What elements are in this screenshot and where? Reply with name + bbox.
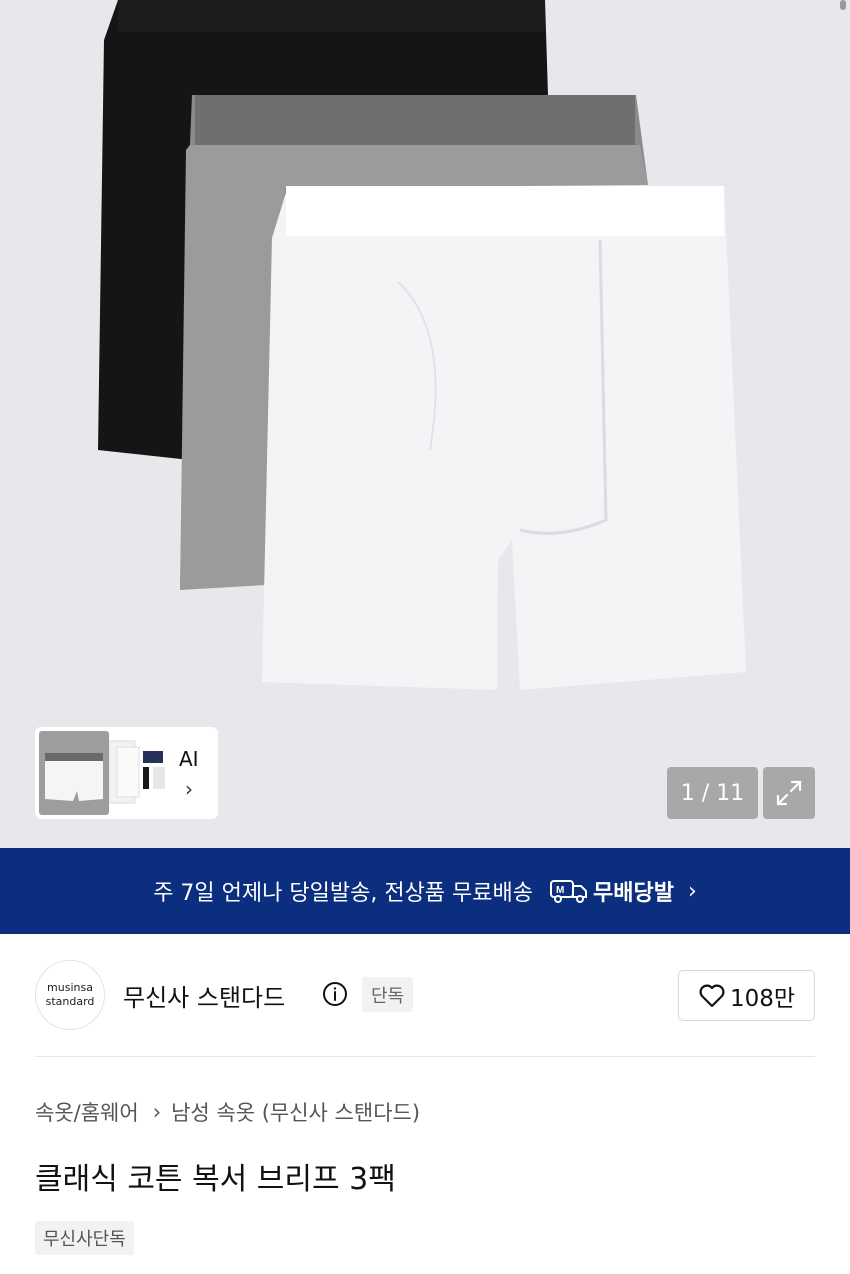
exclusive-tag: 단독 <box>362 977 414 1012</box>
divider <box>35 1056 815 1057</box>
chevron-right-icon[interactable]: › <box>185 777 193 801</box>
breadcrumb: 속옷/홈웨어 › 남성 속옷 (무신사 스탠다드) <box>35 1097 420 1127</box>
brand-logo-line2: standard <box>45 995 95 1008</box>
thumbnail-strip[interactable]: AI › <box>35 727 218 819</box>
thumbnail-others[interactable] <box>108 737 169 809</box>
product-title: 클래식 코튼 복서 브리프 3팩 <box>35 1162 396 1197</box>
brand-row: musinsa standard 무신사 스탠다드 단독 108만 <box>35 960 815 1030</box>
badge-label: 무배당발 <box>593 881 674 906</box>
brand-logo[interactable]: musinsa standard <box>35 960 105 1030</box>
scroll-indicator <box>840 0 846 10</box>
product-image-gallery[interactable]: AI › 1 / 11 <box>0 0 850 848</box>
chevron-right-icon: › <box>152 1100 162 1124</box>
svg-text:M: M <box>556 885 564 896</box>
chevron-right-icon: › <box>687 878 697 904</box>
expand-icon <box>776 780 802 806</box>
product-tag: 무신사단독 <box>35 1221 134 1255</box>
like-count: 108만 <box>729 985 796 1012</box>
banner-text: 주 7일 언제나 당일발송, 전상품 무료배송 <box>153 881 534 906</box>
thumbnail-selected[interactable] <box>39 731 109 815</box>
like-button[interactable]: 108만 <box>678 970 815 1021</box>
ai-label: AI <box>179 747 199 771</box>
product-photo <box>98 0 746 690</box>
shipping-banner[interactable]: 주 7일 언제나 당일발송, 전상품 무료배송 M 무배당발 › <box>0 848 850 934</box>
expand-button[interactable] <box>763 767 815 819</box>
brand-logo-line1: musinsa <box>47 981 93 994</box>
truck-icon: M <box>550 880 588 903</box>
heart-icon <box>699 984 725 1007</box>
info-icon[interactable] <box>322 981 348 1007</box>
brand-name[interactable]: 무신사 스탠다드 <box>123 978 285 1013</box>
breadcrumb-level1[interactable]: 속옷/홈웨어 <box>35 1097 139 1127</box>
free-delivery-badge: M 무배당발 <box>549 875 674 907</box>
image-counter: 1 / 11 <box>667 767 758 819</box>
breadcrumb-level2[interactable]: 남성 속옷 (무신사 스탠다드) <box>171 1097 420 1127</box>
